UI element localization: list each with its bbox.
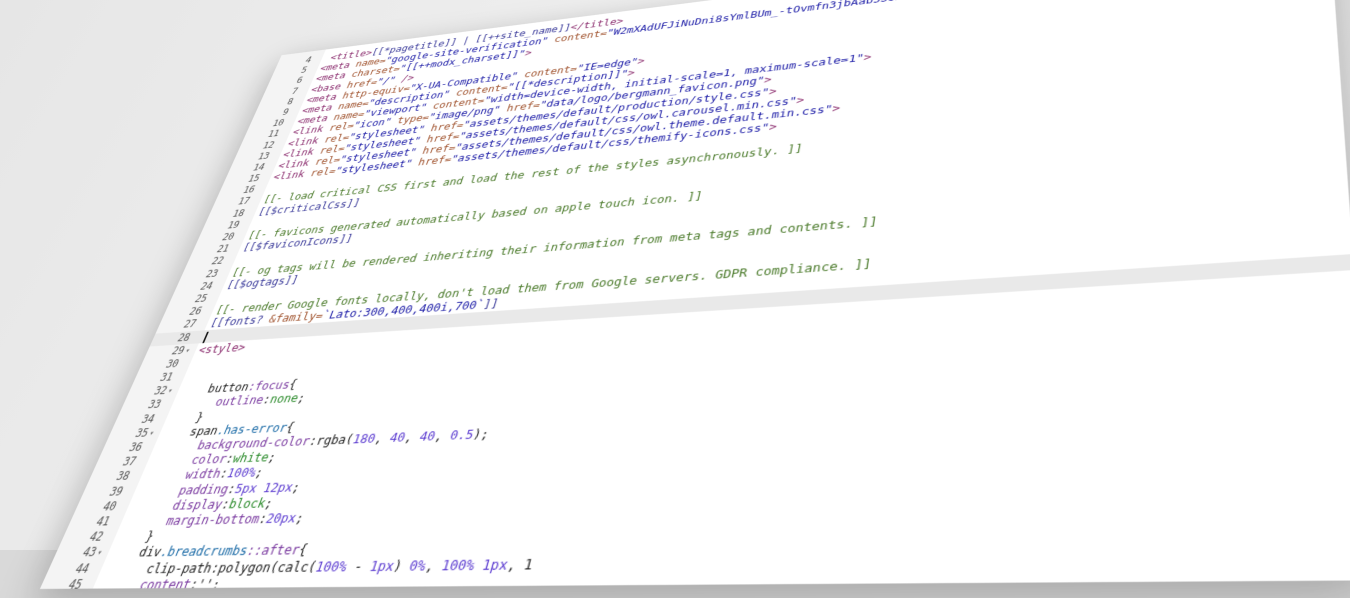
- code-editor[interactable]: 4 <title>[[*pagetitle]] | [[++site_name]…: [40, 0, 1350, 589]
- code-token: .breadcrumbs: [158, 542, 251, 559]
- line-number: 37: [93, 455, 138, 471]
- code-token: content: [95, 576, 194, 589]
- line-number: 40: [73, 499, 119, 515]
- code-token: >: [796, 93, 806, 106]
- code-token: :rgba(: [307, 431, 356, 448]
- code-token: >: [768, 120, 778, 133]
- code-lines[interactable]: 4 <title>[[*pagetitle]] | [[++site_name]…: [40, 0, 1350, 589]
- code-token: >: [763, 73, 773, 85]
- code-token: >: [832, 101, 842, 114]
- line-number: 42: [59, 530, 105, 546]
- line-number: 45: [40, 577, 85, 589]
- code-token: >: [863, 51, 873, 64]
- perspective-stage: 4 <title>[[*pagetitle]] | [[++site_name]…: [0, 0, 1350, 550]
- code-token: ::after: [244, 542, 302, 559]
- code-token: >: [768, 84, 778, 97]
- code-token: 5px 12px: [233, 479, 296, 496]
- line-number: 41: [66, 514, 112, 530]
- code-token: clip-path: [102, 559, 215, 576]
- line-number: 39: [80, 484, 126, 500]
- line-number: 38: [87, 469, 132, 485]
- code-text: [202, 330, 209, 343]
- code-token: );: [471, 426, 491, 442]
- code-token: :'';: [188, 575, 224, 589]
- code-token: 100%: [440, 556, 478, 573]
- code-token: :polygon(calc(: [209, 558, 320, 576]
- code-token: }: [116, 528, 157, 544]
- text-cursor: [202, 331, 208, 342]
- code-text: }: [115, 528, 156, 544]
- code-token: div: [109, 544, 164, 560]
- code-token: , 1: [505, 555, 535, 573]
- line-number: 44: [45, 561, 92, 577]
- code-text: content:'';: [95, 575, 224, 589]
- line-number: 43: [52, 545, 99, 561]
- code-token: ]]: [482, 297, 501, 312]
